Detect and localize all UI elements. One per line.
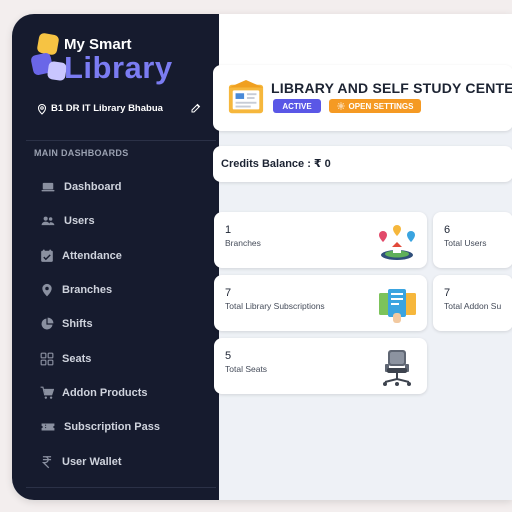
library-building-icon xyxy=(228,79,264,114)
ticket-icon xyxy=(41,423,55,431)
stat-value: 1 xyxy=(225,224,232,236)
branch-name: B1 DR IT Library Bhabua xyxy=(51,103,163,114)
sidebar-item-shifts[interactable]: Shifts xyxy=(40,307,210,341)
stat-label: Branches xyxy=(225,238,261,248)
cart-icon xyxy=(40,386,54,399)
sidebar-divider xyxy=(26,487,216,488)
laptop-icon xyxy=(41,183,55,192)
library-header-card: LIBRARY AND SELF STUDY CENTE ACTIVE OPEN… xyxy=(213,65,512,131)
sidebar-item-users[interactable]: Users xyxy=(40,204,210,238)
sidebar-item-branches[interactable]: Branches xyxy=(40,273,210,307)
logo-text-line2: Library xyxy=(64,50,173,85)
stat-value: 5 xyxy=(225,350,232,362)
sidebar-item-subscription-pass[interactable]: Subscription Pass xyxy=(40,410,210,444)
stat-label: Total Seats xyxy=(225,364,268,374)
stat-card-addon-subscriptions[interactable]: 7 Total Addon Su xyxy=(433,275,512,331)
stat-card-branches[interactable]: 1 Branches xyxy=(214,212,427,268)
rupee-icon xyxy=(41,455,52,468)
stat-card-total-users[interactable]: 6 Total Users xyxy=(433,212,512,268)
sidebar-item-label: Dashboard xyxy=(64,181,122,194)
status-badge: ACTIVE xyxy=(273,99,321,113)
gear-icon xyxy=(336,102,345,110)
subscription-cards-icon xyxy=(379,289,416,323)
sidebar-item-addon-products[interactable]: Addon Products xyxy=(40,376,210,410)
attendance-icon xyxy=(41,249,53,262)
edit-icon[interactable] xyxy=(190,102,202,114)
sidebar: My Smart Library B1 DR IT Library Bhabua… xyxy=(12,14,219,500)
sidebar-item-seats[interactable]: Seats xyxy=(40,341,210,375)
stat-value: 7 xyxy=(225,287,232,299)
open-settings-button[interactable]: OPEN SETTINGS xyxy=(329,99,421,113)
sidebar-item-label: Users xyxy=(64,215,95,228)
stat-card-total-seats[interactable]: 5 Total Seats xyxy=(214,338,427,394)
sidebar-item-attendance[interactable]: Attendance xyxy=(40,239,210,273)
pie-chart-icon xyxy=(41,317,54,330)
branch-selector[interactable]: B1 DR IT Library Bhabua xyxy=(36,102,202,118)
page-title: LIBRARY AND SELF STUDY CENTE xyxy=(271,80,512,96)
stat-label: Total Library Subscriptions xyxy=(225,301,325,311)
office-chair-icon xyxy=(383,350,411,386)
stat-label: Total Addon Su xyxy=(444,301,502,311)
stat-value: 7 xyxy=(444,287,451,299)
stat-value: 6 xyxy=(444,224,451,236)
users-icon xyxy=(41,217,55,226)
sidebar-item-label: Seats xyxy=(62,352,92,365)
branches-map-icon xyxy=(379,225,415,260)
sidebar-item-user-wallet[interactable]: User Wallet xyxy=(40,444,210,478)
sidebar-item-dashboard[interactable]: Dashboard xyxy=(40,170,210,204)
sidebar-item-label: Shifts xyxy=(62,318,93,331)
stat-card-library-subscriptions[interactable]: 7 Total Library Subscriptions xyxy=(214,275,427,331)
sidebar-item-label: User Wallet xyxy=(62,455,122,468)
sidebar-nav: Dashboard Users Attendance Branches Shif… xyxy=(40,170,210,479)
sidebar-item-label: Attendance xyxy=(62,249,122,262)
open-settings-label: OPEN SETTINGS xyxy=(348,101,414,111)
sidebar-item-label: Addon Products xyxy=(62,386,148,399)
grid-icon xyxy=(40,352,54,366)
credits-balance-text: Credits Balance : ₹ 0 xyxy=(221,158,331,170)
sidebar-item-label: Branches xyxy=(62,284,113,297)
map-pin-icon xyxy=(42,283,52,297)
credits-balance-card: Credits Balance : ₹ 0 xyxy=(213,146,512,182)
stat-label: Total Users xyxy=(444,238,487,248)
app-logo[interactable]: My Smart Library xyxy=(30,32,210,92)
sidebar-item-label: Subscription Pass xyxy=(64,421,160,434)
section-title: MAIN DASHBOARDS xyxy=(34,148,129,158)
sidebar-divider xyxy=(26,140,216,141)
top-bar xyxy=(219,14,512,72)
location-pin-icon xyxy=(37,103,47,115)
